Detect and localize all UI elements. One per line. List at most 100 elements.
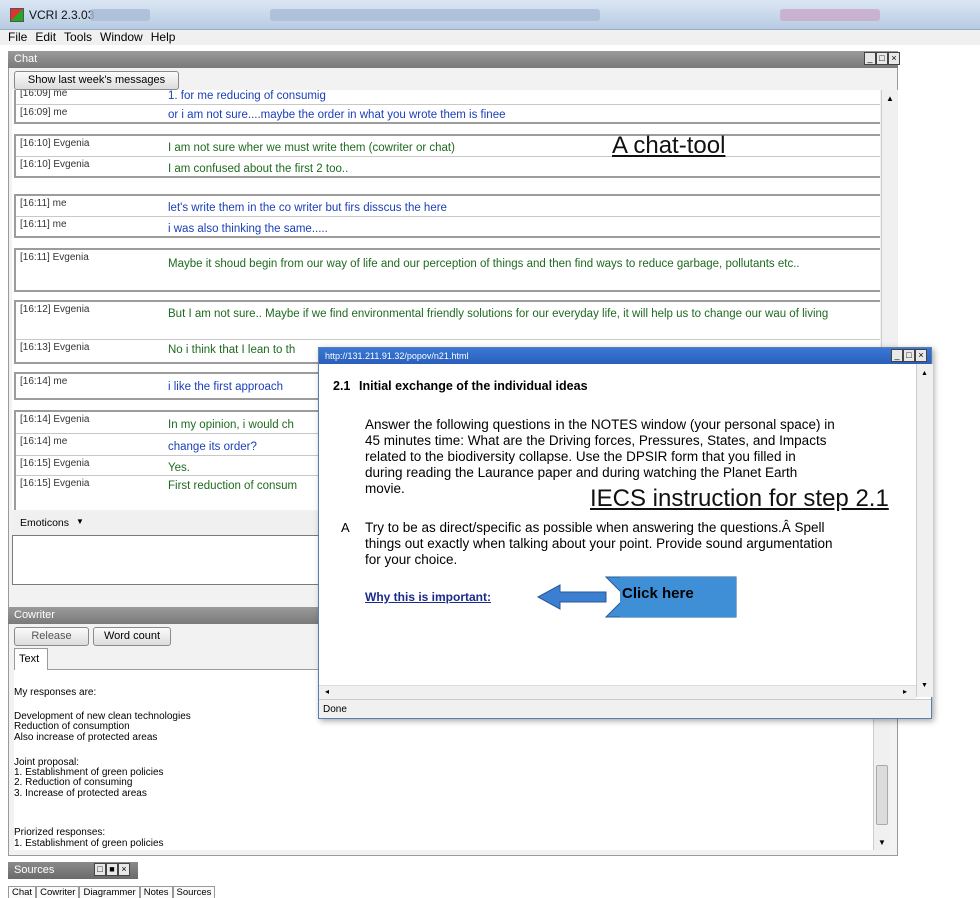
bottom-tabs: Chat Cowriter Diagrammer Notes Sources — [8, 886, 216, 898]
chat-message: [16:11] me i was also thinking the same..… — [16, 217, 880, 238]
tab-cowriter[interactable]: Cowriter — [36, 886, 80, 898]
menu-window[interactable]: Window — [100, 30, 143, 45]
popup-window-controls: _ □ × — [891, 349, 927, 362]
message-group: [16:11] me let's write them in the co wri… — [14, 194, 880, 238]
close-icon[interactable]: × — [888, 52, 900, 65]
bullet-label: A — [341, 520, 350, 535]
chat-message: [16:10] Evgenia I am not sure wher we mus… — [16, 136, 880, 157]
message-group: [16:10] Evgenia I am not sure wher we mus… — [14, 134, 880, 178]
tips-paragraph: Try to be as direct/specific as possible… — [365, 520, 833, 567]
message-text: But I am not sure.. Maybe if we find env… — [168, 308, 829, 320]
message-sender: [16:09] me — [20, 107, 68, 118]
chat-message: [16:12] Evgenia But I am not sure.. Maybe… — [16, 302, 880, 340]
blurred-taskbar-item — [780, 9, 880, 21]
menu-help[interactable]: Help — [151, 30, 176, 45]
message-sender: [16:10] Evgenia — [20, 159, 90, 170]
popup-title-bar: http://131.211.91.32/popov/n21.html _ □ × — [319, 348, 931, 364]
restore-icon[interactable]: □ — [876, 52, 888, 65]
message-text: Maybe it shoud begin from our way of lif… — [168, 258, 800, 270]
popup-scrollbar[interactable]: ▲ ▼ — [916, 364, 933, 697]
chat-message: [16:09] me or i am not sure....maybe the … — [16, 105, 880, 124]
message-text: or i am not sure....maybe the order in w… — [168, 109, 506, 121]
sources-window-controls: □ ■ × — [94, 863, 130, 876]
cowriter-line: Also increase of protected areas — [14, 732, 158, 743]
close-icon[interactable]: × — [118, 863, 130, 876]
message-group: [16:11] Evgenia Maybe it shoud begin from… — [14, 248, 880, 292]
tab-sources[interactable]: Sources — [172, 886, 216, 898]
word-count-button[interactable]: Word count — [93, 627, 171, 646]
popup-url: http://131.211.91.32/popov/n21.html — [325, 351, 469, 361]
sources-panel-header[interactable]: Sources □ ■ × — [8, 862, 138, 879]
cowriter-line: Reduction of consumption — [14, 721, 130, 732]
message-text: I am confused about the first 2 too.. — [168, 163, 349, 175]
minimize-icon[interactable]: _ — [864, 52, 876, 65]
scroll-thumb[interactable] — [876, 765, 888, 825]
tab-chat[interactable]: Chat — [8, 886, 37, 898]
section-number: 2.1 — [333, 379, 351, 393]
message-sender: [16:15] Evgenia — [20, 478, 90, 489]
scroll-up-icon[interactable]: ▲ — [921, 370, 928, 377]
section-heading: Initial exchange of the individual ideas — [359, 379, 588, 393]
vcri-app-window: VCRI 2.3.03 File Edit Tools Window Help Chat… — [0, 0, 980, 898]
iecs-annotation: IECS instruction for step 2.1 — [588, 485, 891, 513]
why-important-link[interactable]: Why this is important: — [365, 590, 491, 604]
scroll-down-icon[interactable]: ▼ — [878, 838, 886, 847]
emoticons-dropdown[interactable]: Emoticons — [20, 517, 69, 529]
blurred-taskbar-item — [90, 9, 150, 21]
sources-panel-title: Sources — [14, 864, 55, 876]
app-icon — [10, 8, 24, 22]
window-title: VCRI 2.3.03 — [29, 8, 95, 22]
message-sender: [16:11] Evgenia — [20, 252, 89, 263]
message-text: I am not sure wher we must write them (c… — [168, 142, 455, 154]
message-sender: [16:09] me — [20, 90, 68, 99]
menu-tools[interactable]: Tools — [64, 30, 92, 45]
message-sender: [16:11] me — [20, 198, 67, 209]
cowriter-panel-title: Cowriter — [14, 609, 55, 621]
message-group: [16:09] me 1. for me reducing of consumig… — [14, 90, 880, 124]
cowriter-line: 3. Increase of protected areas — [14, 788, 147, 799]
cowriter-line: Priorized responses: — [14, 827, 106, 838]
message-sender: [16:13] Evgenia — [20, 342, 90, 353]
restore-icon[interactable]: □ — [903, 349, 915, 362]
chat-message: [16:10] Evgenia I am confused about the f… — [16, 157, 880, 178]
scroll-left-icon[interactable]: ◂ — [325, 687, 329, 696]
minimize-icon[interactable]: _ — [891, 349, 903, 362]
cowriter-line: 1. Establishment of green policies — [14, 838, 164, 849]
chat-panel-title: Chat — [14, 53, 38, 65]
tab-diagrammer[interactable]: Diagrammer — [79, 886, 140, 898]
title-bar: VCRI 2.3.03 — [0, 0, 980, 30]
scroll-up-icon[interactable]: ▲ — [886, 94, 894, 103]
tab-text[interactable]: Text — [14, 648, 48, 670]
chevron-down-icon[interactable]: ▼ — [76, 517, 84, 526]
chat-message: [16:11] me let's write them in the co wri… — [16, 196, 880, 217]
blurred-taskbar-item — [270, 9, 600, 21]
menu-bar: File Edit Tools Window Help — [0, 30, 980, 45]
cowriter-line: 2. Reduction of consuming — [14, 777, 133, 788]
chat-tool-annotation: A chat-tool — [612, 132, 726, 159]
message-sender: [16:12] Evgenia — [20, 304, 90, 315]
message-sender: [16:15] Evgenia — [20, 458, 90, 469]
chat-message: [16:09] me 1. for me reducing of consumig — [16, 90, 880, 105]
chat-message: [16:11] Evgenia Maybe it shoud begin from… — [16, 250, 880, 290]
close-icon[interactable]: × — [915, 349, 927, 362]
message-text: let's write them in the co writer but fi… — [168, 202, 447, 214]
maximize-icon[interactable]: ■ — [106, 863, 118, 876]
message-sender: [16:14] me — [20, 376, 68, 387]
message-sender: [16:11] me — [20, 219, 67, 230]
message-sender: [16:14] me — [20, 436, 68, 447]
scroll-right-icon[interactable]: ▸ — [903, 687, 907, 696]
menu-file[interactable]: File — [8, 30, 27, 45]
show-last-week-button[interactable]: Show last week's messages — [14, 71, 179, 90]
scroll-down-icon[interactable]: ▼ — [921, 682, 928, 689]
cowriter-line: My responses are: — [14, 687, 97, 698]
restore-icon[interactable]: □ — [94, 863, 106, 876]
message-sender: [16:14] Evgenia — [20, 414, 90, 425]
chat-window-controls: _ □ × — [864, 52, 900, 65]
menu-edit[interactable]: Edit — [35, 30, 56, 45]
release-button[interactable]: Release — [14, 627, 89, 646]
status-text: Done — [323, 704, 347, 715]
message-text: 1. for me reducing of consumig — [168, 90, 326, 102]
popup-content: 2.1 Initial exchange of the individual i… — [319, 364, 919, 697]
popup-hscrollbar[interactable]: ◂ ▸ — [319, 685, 916, 699]
tab-notes[interactable]: Notes — [139, 886, 173, 898]
